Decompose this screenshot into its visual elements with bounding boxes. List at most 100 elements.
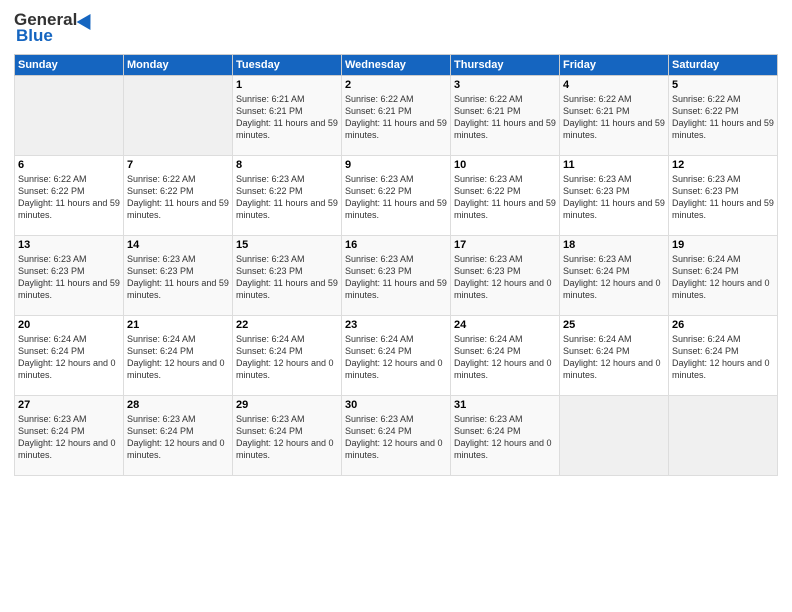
- cell-date: 17: [454, 239, 556, 251]
- calendar-cell: 23 Sunrise: 6:24 AMSunset: 6:24 PMDayligh…: [342, 316, 451, 396]
- cell-info: Sunrise: 6:24 AMSunset: 6:24 PMDaylight:…: [563, 333, 665, 382]
- calendar-page: General Blue SundayMondayTuesdayWednesda…: [0, 0, 792, 612]
- cell-info: Sunrise: 6:24 AMSunset: 6:24 PMDaylight:…: [127, 333, 229, 382]
- day-header-saturday: Saturday: [669, 55, 778, 76]
- cell-info: Sunrise: 6:22 AMSunset: 6:22 PMDaylight:…: [18, 173, 120, 222]
- cell-info: Sunrise: 6:24 AMSunset: 6:24 PMDaylight:…: [18, 333, 120, 382]
- calendar-cell: 4 Sunrise: 6:22 AMSunset: 6:21 PMDaylight…: [560, 76, 669, 156]
- calendar-cell: 28 Sunrise: 6:23 AMSunset: 6:24 PMDayligh…: [124, 396, 233, 476]
- calendar-cell: [669, 396, 778, 476]
- cell-date: 19: [672, 239, 774, 251]
- logo-triangle-icon: [77, 10, 98, 30]
- cell-date: 26: [672, 319, 774, 331]
- cell-info: Sunrise: 6:22 AMSunset: 6:21 PMDaylight:…: [563, 93, 665, 142]
- cell-info: Sunrise: 6:23 AMSunset: 6:24 PMDaylight:…: [236, 413, 338, 462]
- cell-info: Sunrise: 6:22 AMSunset: 6:21 PMDaylight:…: [345, 93, 447, 142]
- cell-info: Sunrise: 6:23 AMSunset: 6:22 PMDaylight:…: [236, 173, 338, 222]
- calendar-cell: [560, 396, 669, 476]
- cell-info: Sunrise: 6:22 AMSunset: 6:22 PMDaylight:…: [127, 173, 229, 222]
- cell-info: Sunrise: 6:23 AMSunset: 6:23 PMDaylight:…: [236, 253, 338, 302]
- calendar-cell: 18 Sunrise: 6:23 AMSunset: 6:24 PMDayligh…: [560, 236, 669, 316]
- cell-info: Sunrise: 6:23 AMSunset: 6:23 PMDaylight:…: [127, 253, 229, 302]
- cell-date: 15: [236, 239, 338, 251]
- cell-info: Sunrise: 6:22 AMSunset: 6:22 PMDaylight:…: [672, 93, 774, 142]
- week-row-3: 20 Sunrise: 6:24 AMSunset: 6:24 PMDayligh…: [15, 316, 778, 396]
- day-header-friday: Friday: [560, 55, 669, 76]
- cell-date: 23: [345, 319, 447, 331]
- calendar-cell: 8 Sunrise: 6:23 AMSunset: 6:22 PMDaylight…: [233, 156, 342, 236]
- logo-blue-text: Blue: [16, 26, 53, 46]
- calendar-cell: 6 Sunrise: 6:22 AMSunset: 6:22 PMDaylight…: [15, 156, 124, 236]
- calendar-cell: [15, 76, 124, 156]
- calendar-cell: 3 Sunrise: 6:22 AMSunset: 6:21 PMDaylight…: [451, 76, 560, 156]
- cell-info: Sunrise: 6:23 AMSunset: 6:24 PMDaylight:…: [454, 413, 556, 462]
- cell-info: Sunrise: 6:24 AMSunset: 6:24 PMDaylight:…: [454, 333, 556, 382]
- calendar-cell: 11 Sunrise: 6:23 AMSunset: 6:23 PMDayligh…: [560, 156, 669, 236]
- day-header-wednesday: Wednesday: [342, 55, 451, 76]
- cell-date: 29: [236, 399, 338, 411]
- cell-date: 3: [454, 79, 556, 91]
- calendar-cell: 25Sunrise: 6:24 AMSunset: 6:24 PMDayligh…: [560, 316, 669, 396]
- cell-date: 5: [672, 79, 774, 91]
- cell-date: 7: [127, 159, 229, 171]
- calendar-cell: 20 Sunrise: 6:24 AMSunset: 6:24 PMDayligh…: [15, 316, 124, 396]
- calendar-cell: 27Sunrise: 6:23 AMSunset: 6:24 PMDayligh…: [15, 396, 124, 476]
- calendar-header-row: SundayMondayTuesdayWednesdayThursdayFrid…: [15, 55, 778, 76]
- calendar-cell: 14 Sunrise: 6:23 AMSunset: 6:23 PMDayligh…: [124, 236, 233, 316]
- day-header-sunday: Sunday: [15, 55, 124, 76]
- calendar-cell: 5 Sunrise: 6:22 AMSunset: 6:22 PMDaylight…: [669, 76, 778, 156]
- cell-date: 9: [345, 159, 447, 171]
- cell-date: 8: [236, 159, 338, 171]
- cell-date: 22: [236, 319, 338, 331]
- cell-info: Sunrise: 6:23 AMSunset: 6:23 PMDaylight:…: [18, 253, 120, 302]
- day-header-tuesday: Tuesday: [233, 55, 342, 76]
- cell-date: 11: [563, 159, 665, 171]
- cell-date: 1: [236, 79, 338, 91]
- cell-info: Sunrise: 6:24 AMSunset: 6:24 PMDaylight:…: [236, 333, 338, 382]
- cell-info: Sunrise: 6:24 AMSunset: 6:24 PMDaylight:…: [672, 253, 774, 302]
- cell-date: 2: [345, 79, 447, 91]
- cell-info: Sunrise: 6:22 AMSunset: 6:21 PMDaylight:…: [454, 93, 556, 142]
- cell-date: 14: [127, 239, 229, 251]
- week-row-1: 6 Sunrise: 6:22 AMSunset: 6:22 PMDaylight…: [15, 156, 778, 236]
- cell-date: 13: [18, 239, 120, 251]
- calendar-cell: 30Sunrise: 6:23 AMSunset: 6:24 PMDayligh…: [342, 396, 451, 476]
- cell-date: 30: [345, 399, 447, 411]
- cell-date: 18: [563, 239, 665, 251]
- cell-info: Sunrise: 6:23 AMSunset: 6:24 PMDaylight:…: [563, 253, 665, 302]
- cell-date: 12: [672, 159, 774, 171]
- calendar-cell: 26Sunrise: 6:24 AMSunset: 6:24 PMDayligh…: [669, 316, 778, 396]
- week-row-2: 13 Sunrise: 6:23 AMSunset: 6:23 PMDayligh…: [15, 236, 778, 316]
- cell-date: 4: [563, 79, 665, 91]
- cell-info: Sunrise: 6:23 AMSunset: 6:23 PMDaylight:…: [345, 253, 447, 302]
- calendar-cell: 17 Sunrise: 6:23 AMSunset: 6:23 PMDayligh…: [451, 236, 560, 316]
- cell-info: Sunrise: 6:24 AMSunset: 6:24 PMDaylight:…: [345, 333, 447, 382]
- calendar-cell: 13 Sunrise: 6:23 AMSunset: 6:23 PMDayligh…: [15, 236, 124, 316]
- calendar-cell: [124, 76, 233, 156]
- calendar-cell: 31 Sunrise: 6:23 AMSunset: 6:24 PMDayligh…: [451, 396, 560, 476]
- cell-info: Sunrise: 6:23 AMSunset: 6:24 PMDaylight:…: [127, 413, 229, 462]
- cell-date: 24: [454, 319, 556, 331]
- cell-info: Sunrise: 6:23 AMSunset: 6:22 PMDaylight:…: [345, 173, 447, 222]
- calendar-table: SundayMondayTuesdayWednesdayThursdayFrid…: [14, 54, 778, 476]
- calendar-cell: 1 Sunrise: 6:21 AMSunset: 6:21 PMDaylight…: [233, 76, 342, 156]
- cell-info: Sunrise: 6:23 AMSunset: 6:24 PMDaylight:…: [18, 413, 120, 462]
- calendar-cell: 21Sunrise: 6:24 AMSunset: 6:24 PMDayligh…: [124, 316, 233, 396]
- cell-info: Sunrise: 6:21 AMSunset: 6:21 PMDaylight:…: [236, 93, 338, 142]
- cell-info: Sunrise: 6:23 AMSunset: 6:23 PMDaylight:…: [563, 173, 665, 222]
- calendar-cell: 2 Sunrise: 6:22 AMSunset: 6:21 PMDaylight…: [342, 76, 451, 156]
- calendar-cell: 16Sunrise: 6:23 AMSunset: 6:23 PMDayligh…: [342, 236, 451, 316]
- calendar-cell: 12Sunrise: 6:23 AMSunset: 6:23 PMDayligh…: [669, 156, 778, 236]
- cell-date: 20: [18, 319, 120, 331]
- cell-date: 31: [454, 399, 556, 411]
- calendar-cell: 7 Sunrise: 6:22 AMSunset: 6:22 PMDaylight…: [124, 156, 233, 236]
- week-row-4: 27Sunrise: 6:23 AMSunset: 6:24 PMDayligh…: [15, 396, 778, 476]
- cell-info: Sunrise: 6:23 AMSunset: 6:23 PMDaylight:…: [454, 253, 556, 302]
- cell-date: 28: [127, 399, 229, 411]
- day-header-thursday: Thursday: [451, 55, 560, 76]
- header: General Blue: [14, 10, 778, 46]
- cell-date: 10: [454, 159, 556, 171]
- calendar-cell: 29 Sunrise: 6:23 AMSunset: 6:24 PMDayligh…: [233, 396, 342, 476]
- cell-date: 6: [18, 159, 120, 171]
- logo: General Blue: [14, 10, 95, 46]
